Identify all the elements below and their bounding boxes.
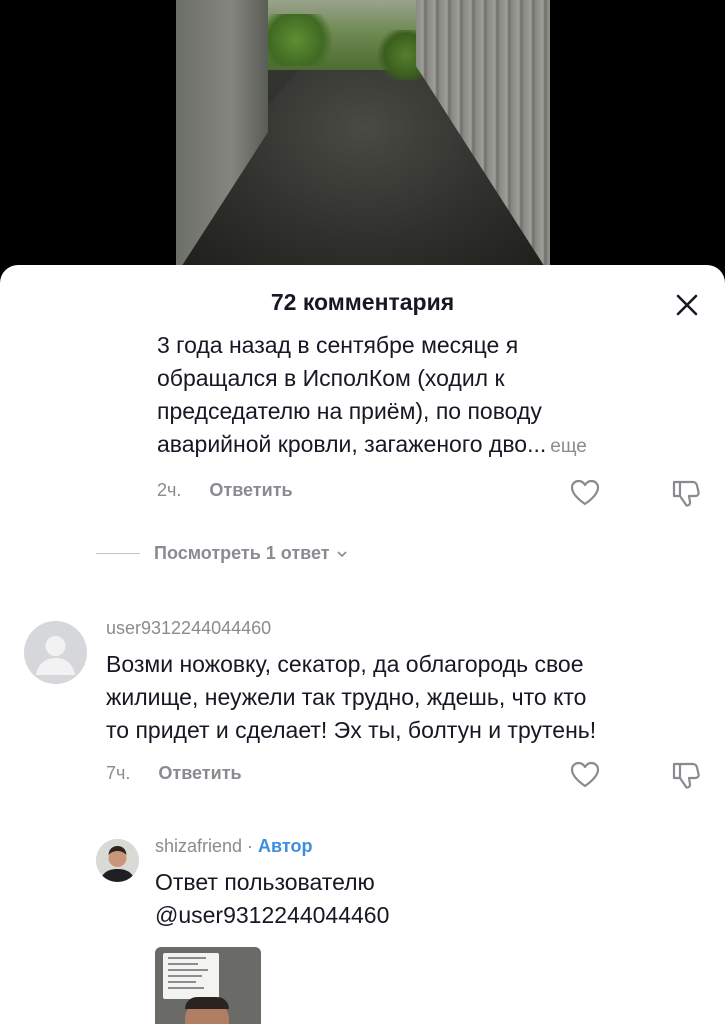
- comment-line: аварийной кровли, загаженого дво... еще: [157, 428, 687, 463]
- view-replies-button[interactable]: Посмотреть 1 ответ: [96, 543, 348, 564]
- reply-username-line: shizafriend · Автор: [155, 836, 312, 857]
- reply-button[interactable]: Ответить: [158, 763, 241, 784]
- author-avatar-photo: [96, 839, 139, 882]
- comments-sheet: 72 комментария 3 года назад в сентябре м…: [0, 265, 725, 1024]
- read-more-link[interactable]: еще: [550, 436, 587, 457]
- comment-line: обращался в ИсполКом (ходил к: [157, 365, 505, 391]
- close-icon[interactable]: [673, 291, 701, 319]
- reply-button[interactable]: Ответить: [209, 480, 292, 501]
- reply-line: @user9312244044460: [155, 902, 390, 928]
- chevron-down-icon: [337, 550, 347, 557]
- comment-time: 2ч.: [157, 480, 182, 500]
- author-badge: Автор: [258, 836, 313, 856]
- comment-line: то придет и сделает! Эх ты, болтун и тру…: [106, 717, 597, 743]
- username-separator: ·: [242, 836, 259, 856]
- comment-meta: 7ч. Ответить: [106, 763, 242, 784]
- comment-text: Возми ножовку, секатор, да облагородь св…: [106, 648, 706, 747]
- video-background[interactable]: [0, 0, 725, 275]
- thumbs-down-outline-icon[interactable]: [670, 759, 702, 791]
- video-frame: [176, 0, 550, 275]
- comment-text: 3 года назад в сентябре месяце я обращал…: [157, 329, 687, 463]
- default-avatar-icon: [36, 636, 75, 675]
- heart-outline-icon[interactable]: [569, 477, 601, 509]
- avatar[interactable]: [24, 621, 87, 684]
- heart-outline-icon[interactable]: [569, 759, 601, 791]
- thumbnail-comment-card: [163, 953, 219, 999]
- comment-line-text: аварийной кровли, загаженого дво...: [157, 431, 547, 457]
- reply-video-thumbnail[interactable]: [155, 947, 261, 1024]
- thumbs-down-outline-icon[interactable]: [670, 477, 702, 509]
- video-greenery: [268, 14, 338, 66]
- comment-line: Возми ножовку, секатор, да облагородь св…: [106, 651, 584, 677]
- reply-text: Ответ пользователю @user9312244044460: [155, 866, 695, 932]
- thumbnail-person-hair: [185, 997, 229, 1009]
- comment-line: жилище, неужели так трудно, ждешь, что к…: [106, 684, 587, 710]
- comment-meta: 2ч. Ответить: [157, 480, 293, 501]
- comments-count-title: 72 комментария: [270, 289, 455, 315]
- comment-time: 7ч.: [106, 763, 131, 783]
- avatar[interactable]: [96, 839, 139, 882]
- view-replies-label: Посмотреть 1 ответ: [154, 543, 330, 563]
- comment-line: 3 года назад в сентябре месяце я: [157, 332, 519, 358]
- comment-username[interactable]: user9312244044460: [106, 618, 271, 639]
- comment-line: председателю на приём), по поводу: [157, 398, 542, 424]
- reply-username[interactable]: shizafriend: [155, 836, 242, 856]
- reply-line: Ответ пользователю: [155, 869, 375, 895]
- divider-line: [96, 553, 140, 554]
